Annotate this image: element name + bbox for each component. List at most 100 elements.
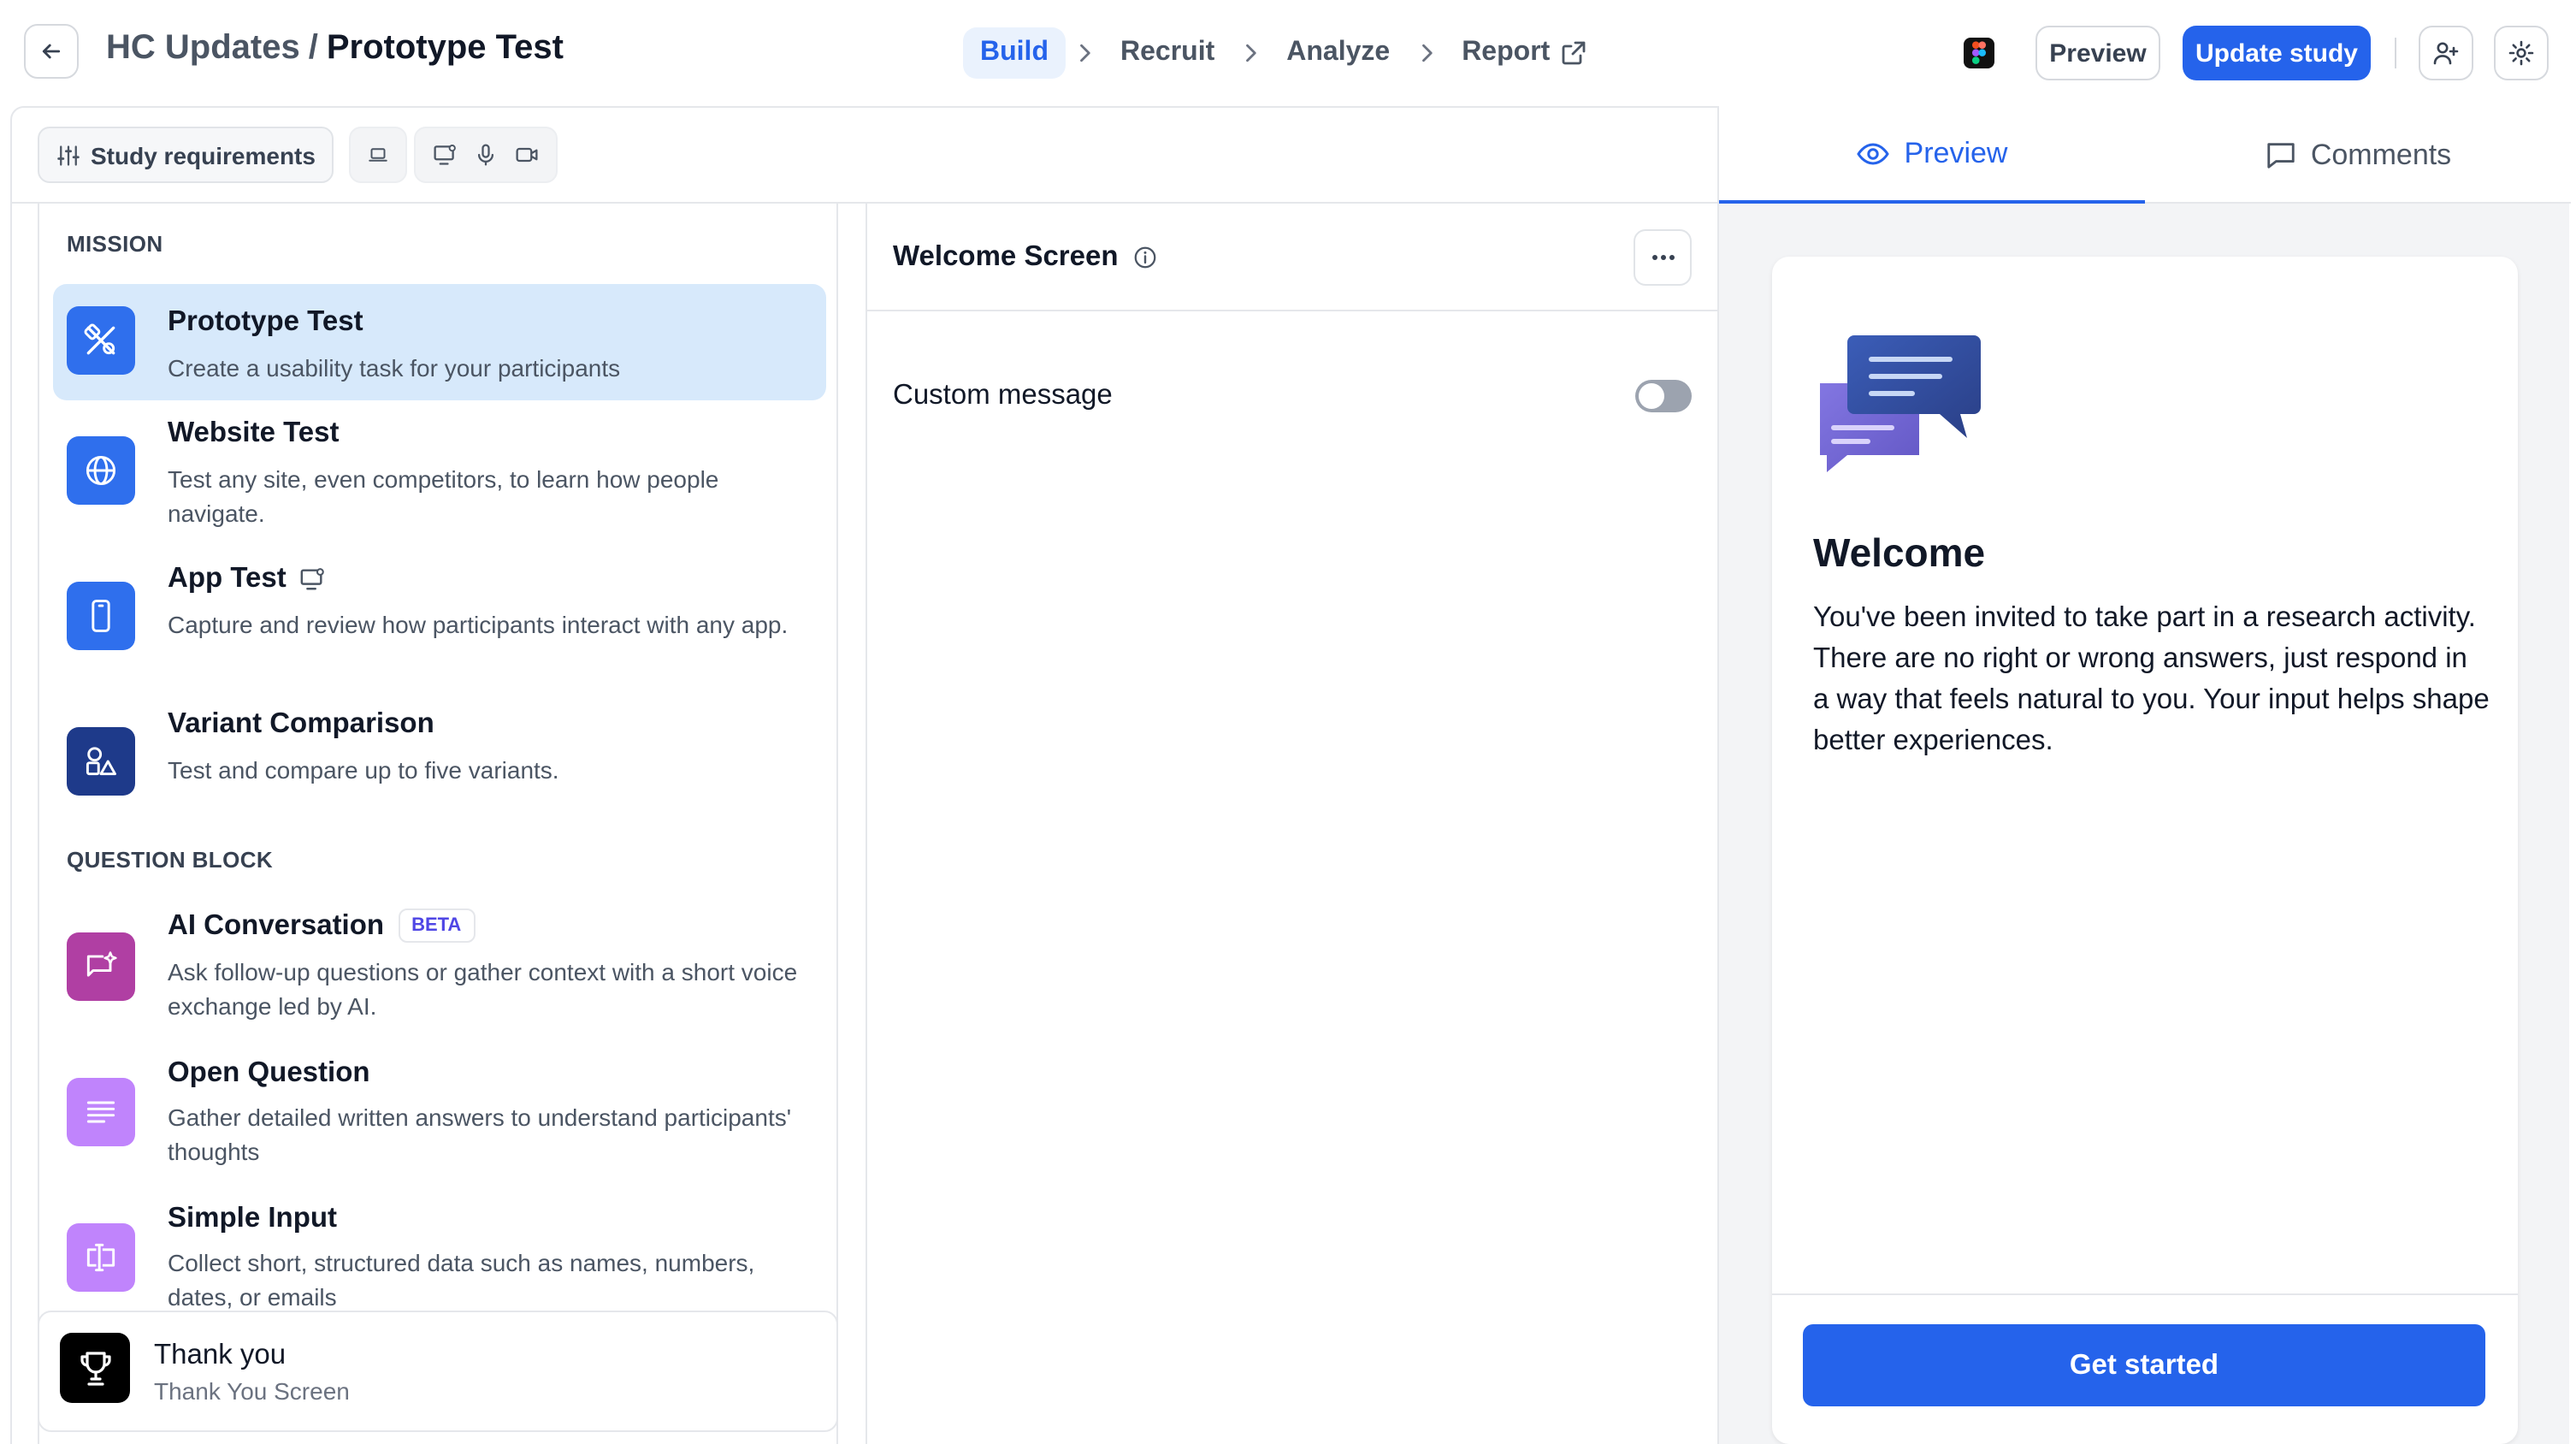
sliders-icon xyxy=(57,145,80,165)
step-build[interactable]: Build xyxy=(963,27,1066,79)
thank-you-title: Thank you xyxy=(154,1340,287,1370)
chat-bubbles-illustration xyxy=(1813,328,1984,482)
block-title: Open Question xyxy=(168,1057,370,1088)
recording-requirements-button[interactable] xyxy=(414,127,558,183)
update-study-button[interactable]: Update study xyxy=(2183,26,2371,80)
welcome-title: Welcome xyxy=(1813,530,1986,575)
welcome-body: You've been invited to take part in a re… xyxy=(1813,602,2490,756)
text-lines-icon xyxy=(67,1078,135,1146)
video-camera-icon xyxy=(516,147,538,163)
block-description: Ask follow-up questions or gather contex… xyxy=(168,958,798,1020)
block-title: Prototype Test xyxy=(168,306,363,337)
step-recruit-label: Recruit xyxy=(1120,38,1215,67)
block-title-row: AI Conversation BETA xyxy=(168,908,476,943)
breadcrumb-separator: / xyxy=(308,29,318,67)
step-recruit[interactable]: Recruit xyxy=(1103,27,1232,79)
microphone-icon xyxy=(477,144,494,166)
shapes-icon xyxy=(67,727,135,796)
tab-preview[interactable]: Preview xyxy=(1719,106,2145,204)
input-cursor-icon xyxy=(67,1223,135,1292)
custom-message-label: Custom message xyxy=(893,380,1113,411)
prototype-icon xyxy=(67,306,135,375)
preview-panel: Preview Comments Welcome You've been inv… xyxy=(1717,106,2571,1444)
breadcrumb: HC Updates / Prototype Test xyxy=(106,29,564,68)
card-footer: Get started xyxy=(1772,1293,2518,1444)
block-description: Capture and review how participants inte… xyxy=(168,611,789,638)
phone-icon xyxy=(67,582,135,650)
breadcrumb-parent[interactable]: HC Updates xyxy=(106,29,300,68)
block-description: Collect short, structured data such as n… xyxy=(168,1249,755,1311)
block-thank-you[interactable]: Thank you Thank You Screen xyxy=(38,1311,838,1432)
block-title: Simple Input xyxy=(168,1203,337,1234)
trophy-icon xyxy=(60,1333,130,1403)
thank-you-subtitle: Thank You Screen xyxy=(154,1377,350,1405)
block-simple-input[interactable]: Simple Input Collect short, structured d… xyxy=(53,1187,826,1331)
block-title: App Test xyxy=(168,563,287,594)
step-report[interactable]: Report xyxy=(1445,27,1604,79)
block-website-test[interactable]: Website Test Test any site, even competi… xyxy=(53,404,826,547)
arrow-left-icon xyxy=(42,44,61,59)
block-library: MISSION Prototype Test Create a usabilit… xyxy=(38,204,838,1444)
preview-button[interactable]: Preview xyxy=(2035,26,2160,80)
ellipsis-icon xyxy=(1651,255,1657,260)
block-editor: Welcome Screen Custom message xyxy=(866,204,1719,1444)
step-analyze-label: Analyze xyxy=(1286,38,1391,67)
step-build-label: Build xyxy=(980,38,1049,67)
tab-comments[interactable]: Comments xyxy=(2145,106,2571,204)
eye-icon xyxy=(1857,142,1890,164)
external-link-icon xyxy=(1562,41,1586,65)
block-title: AI Conversation xyxy=(168,909,385,940)
block-title: Variant Comparison xyxy=(168,708,434,739)
chevron-right-icon xyxy=(1072,41,1096,65)
block-variant-comparison[interactable]: Variant Comparison Test and compare up t… xyxy=(53,695,826,804)
preview-tabs: Preview Comments xyxy=(1719,106,2571,204)
screen-record-icon xyxy=(434,145,456,165)
participant-preview-card: Welcome You've been invited to take part… xyxy=(1772,257,2518,1444)
comment-icon xyxy=(2267,143,2295,169)
invite-collaborator-button[interactable] xyxy=(2419,26,2473,80)
ellipsis-icon-dot xyxy=(1669,255,1674,260)
study-requirements-button[interactable]: Study requirements xyxy=(38,127,334,183)
block-description: Create a usability task for your partici… xyxy=(168,354,621,382)
user-plus-icon xyxy=(2433,42,2459,65)
editor-title: Welcome Screen xyxy=(893,241,1119,272)
more-options-button[interactable] xyxy=(1634,229,1692,286)
step-analyze[interactable]: Analyze xyxy=(1269,27,1407,79)
ai-chat-icon xyxy=(67,932,135,1001)
laptop-icon xyxy=(369,148,387,162)
ellipsis-icon-dot xyxy=(1660,255,1665,260)
editor-header: Welcome Screen xyxy=(867,204,1719,311)
device-requirement-button[interactable] xyxy=(349,127,407,183)
beta-badge: BETA xyxy=(398,908,476,943)
screen-record-icon xyxy=(301,568,325,590)
chevron-right-icon xyxy=(1238,41,1262,65)
step-report-label: Report xyxy=(1462,38,1551,67)
figma-icon[interactable] xyxy=(1964,38,1994,68)
mission-section-label: MISSION xyxy=(67,231,163,257)
block-open-question[interactable]: Open Question Gather detailed written an… xyxy=(53,1042,826,1186)
divider xyxy=(2395,38,2396,68)
block-title: Website Test xyxy=(168,417,340,448)
toggle-knob xyxy=(1639,383,1664,409)
settings-button[interactable] xyxy=(2494,26,2549,80)
block-description: Gather detailed written answers to under… xyxy=(168,1104,792,1165)
requirements-toolbar: Study requirements xyxy=(10,106,1717,204)
editor-title-row: Welcome Screen xyxy=(893,241,1158,274)
block-description: Test any site, even competitors, to lear… xyxy=(168,465,719,527)
info-icon[interactable] xyxy=(1132,245,1158,270)
back-button[interactable] xyxy=(24,24,79,79)
block-description: Test and compare up to five variants. xyxy=(168,756,559,784)
block-ai-conversation[interactable]: AI Conversation BETA Ask follow-up quest… xyxy=(53,895,826,1039)
tab-comments-label: Comments xyxy=(2310,138,2452,170)
custom-message-toggle[interactable] xyxy=(1635,380,1692,412)
tab-preview-label: Preview xyxy=(1904,136,2008,169)
block-title-row: App Test xyxy=(168,563,326,595)
block-app-test[interactable]: App Test Capture and review how particip… xyxy=(53,549,826,693)
get-started-button[interactable]: Get started xyxy=(1803,1324,2485,1406)
study-requirements-label: Study requirements xyxy=(91,141,316,169)
chevron-right-icon xyxy=(1414,41,1438,65)
page-title: Prototype Test xyxy=(326,29,564,67)
block-prototype-test[interactable]: Prototype Test Create a usability task f… xyxy=(53,284,826,400)
step-nav: Build Recruit Analyze Report xyxy=(963,26,1604,80)
globe-icon xyxy=(67,436,135,505)
